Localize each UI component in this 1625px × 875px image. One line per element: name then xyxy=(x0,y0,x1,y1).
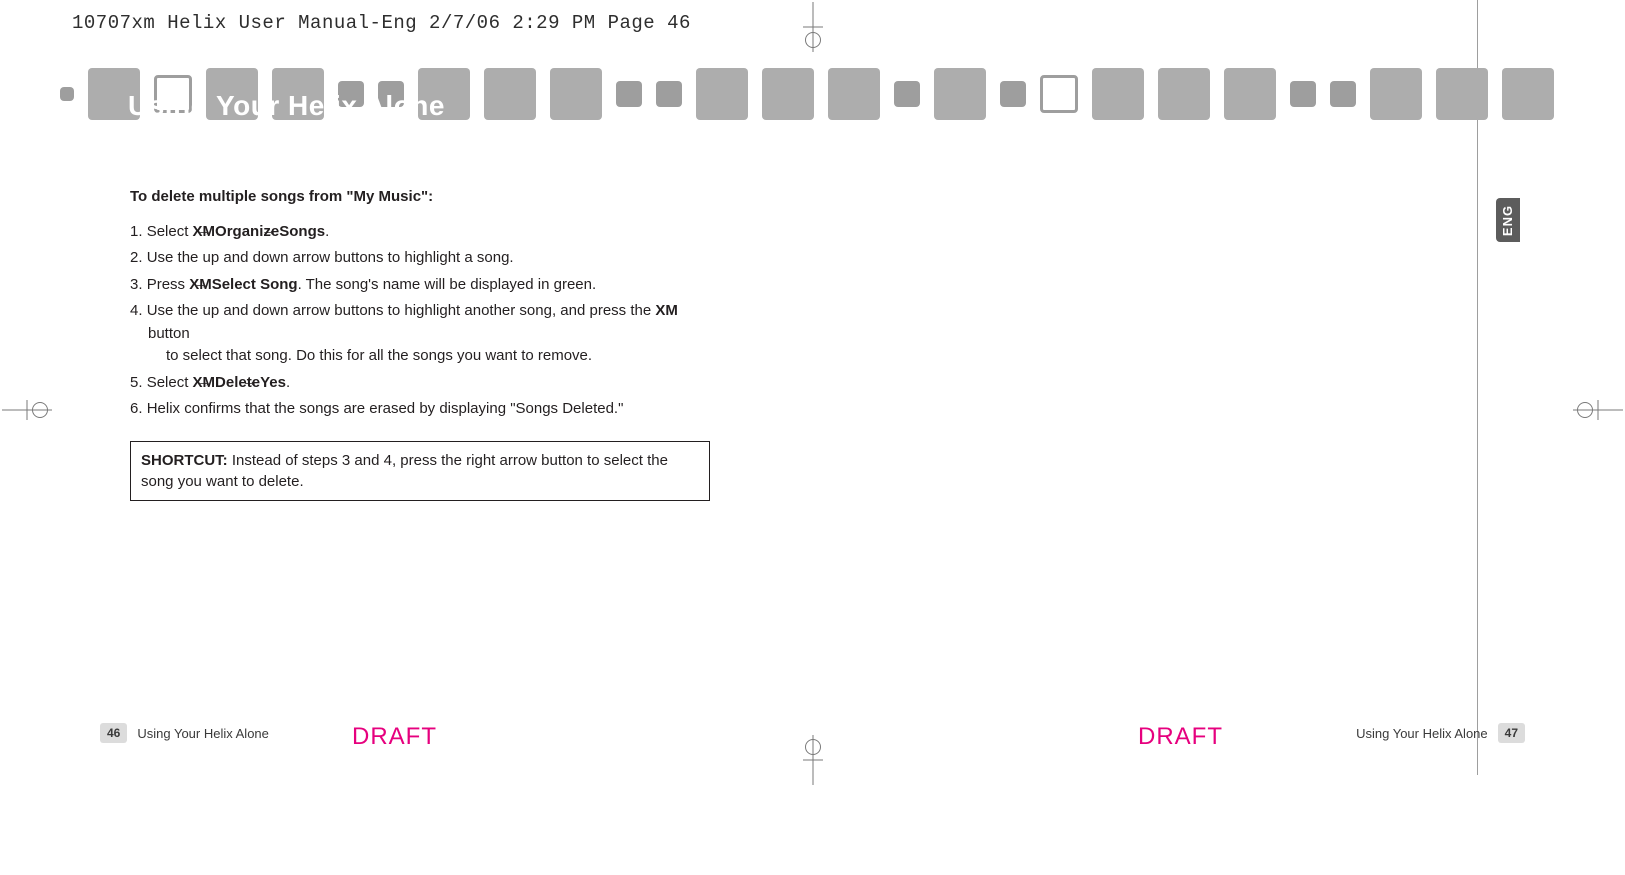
shortcut-label: SHORTCUT: xyxy=(141,452,228,469)
registration-mark-left xyxy=(2,400,52,420)
registration-mark-top xyxy=(803,2,823,52)
section-title: Using Your Helix Alone xyxy=(128,90,445,122)
footer-right: Using Your Helix Alone 47 xyxy=(1356,723,1525,743)
page-number-right: 47 xyxy=(1498,723,1525,743)
step-4: Use the up and down arrow buttons to hig… xyxy=(130,300,710,368)
print-slug: 10707xm Helix User Manual-Eng 2/7/06 2:2… xyxy=(72,12,691,34)
step-3: Press XM → Select Song. The song's name … xyxy=(130,274,710,297)
step-1: Select XM → Organize → Songs. xyxy=(130,221,710,244)
page-footer: 46 Using Your Helix Alone DRAFT DRAFT Us… xyxy=(100,723,1525,747)
language-tab: ENG xyxy=(1496,198,1520,242)
body-content: To delete multiple songs from "My Music"… xyxy=(130,186,710,501)
steps-list: Select XM → Organize → Songs. Use the up… xyxy=(130,221,710,421)
step-5: Select XM → Delete → Yes. xyxy=(130,372,710,395)
footer-label-left: Using Your Helix Alone xyxy=(137,726,269,741)
draft-stamp-right: DRAFT xyxy=(1138,723,1223,751)
draft-stamp-left: DRAFT xyxy=(352,723,437,751)
page-number-left: 46 xyxy=(100,723,127,743)
footer-left: 46 Using Your Helix Alone xyxy=(100,723,269,743)
intro-line: To delete multiple songs from "My Music"… xyxy=(130,186,710,209)
step-2: Use the up and down arrow buttons to hig… xyxy=(130,247,710,270)
shortcut-box: SHORTCUT: Instead of steps 3 and 4, pres… xyxy=(130,441,710,501)
footer-label-right: Using Your Helix Alone xyxy=(1356,726,1488,741)
language-tab-label: ENG xyxy=(1501,204,1516,235)
step-6: Helix confirms that the songs are erased… xyxy=(130,398,710,421)
registration-mark-right xyxy=(1573,400,1623,420)
